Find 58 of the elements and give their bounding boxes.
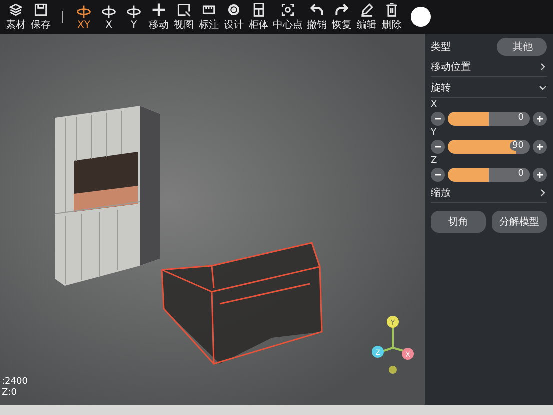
layers-icon bbox=[8, 2, 24, 18]
plus-icon bbox=[536, 143, 544, 151]
field-label: 类型 bbox=[431, 40, 451, 54]
orbit-icon bbox=[76, 4, 92, 20]
toolbar-button[interactable]: XY bbox=[72, 2, 96, 32]
toolbar-button[interactable]: Y bbox=[122, 2, 146, 32]
slider[interactable]: 90 bbox=[448, 140, 530, 154]
toolbar-button[interactable]: 保存 bbox=[29, 0, 53, 34]
minus-button[interactable] bbox=[431, 140, 445, 154]
coordinate-readout: Z:0 bbox=[2, 388, 18, 399]
toolbar-button[interactable]: X bbox=[97, 2, 121, 32]
target-icon bbox=[280, 2, 296, 18]
plus-button[interactable] bbox=[533, 112, 547, 126]
slider[interactable]: 0 bbox=[448, 112, 530, 126]
undo-icon bbox=[309, 2, 325, 18]
section-title: 移动位置 bbox=[431, 60, 471, 74]
toolbar-button[interactable]: 设计 bbox=[222, 0, 246, 34]
toolbar-button[interactable]: 恢复 bbox=[330, 0, 354, 34]
orbit-icon bbox=[101, 4, 117, 20]
coordinate-readout: :2400 bbox=[2, 377, 28, 388]
type-select[interactable]: 其他 bbox=[497, 38, 547, 56]
cabinet-icon bbox=[251, 2, 267, 18]
toolbar-button[interactable]: 素材 bbox=[4, 0, 28, 34]
section-title: 缩放 bbox=[431, 186, 451, 200]
toolbar-button[interactable]: 标注 bbox=[197, 0, 221, 34]
section-header[interactable]: 旋转 bbox=[431, 79, 547, 98]
toolbar-button[interactable]: 视图 bbox=[172, 0, 196, 34]
plus-button[interactable] bbox=[533, 168, 547, 182]
orbit-icon bbox=[126, 4, 142, 20]
trash-icon bbox=[384, 2, 400, 18]
toolbar-button[interactable]: 删除 bbox=[380, 0, 404, 34]
toolbar-button[interactable]: 移动 bbox=[147, 0, 171, 34]
toolbar-button[interactable]: 柜体 bbox=[247, 0, 271, 34]
save-icon bbox=[33, 2, 49, 18]
frame-icon bbox=[176, 2, 192, 18]
toolbar-button[interactable]: 撤销 bbox=[305, 0, 329, 34]
chevron-icon bbox=[539, 84, 547, 92]
action-button[interactable]: 切角 bbox=[431, 211, 486, 233]
plus-icon bbox=[536, 115, 544, 123]
plus-icon bbox=[536, 171, 544, 179]
chevron-icon bbox=[539, 189, 547, 197]
minus-button[interactable] bbox=[431, 168, 445, 182]
section-title: 旋转 bbox=[431, 82, 451, 95]
minus-button[interactable] bbox=[431, 112, 445, 126]
toolbar-button[interactable]: 中心点 bbox=[272, 0, 304, 34]
pen-icon bbox=[359, 2, 375, 18]
axis-label: Z bbox=[431, 156, 438, 166]
axis-label: Y bbox=[431, 128, 438, 138]
section-header[interactable]: 缩放 bbox=[431, 184, 547, 203]
axis-label: X bbox=[431, 100, 438, 110]
plus-button[interactable] bbox=[533, 140, 547, 154]
color-swatch-button[interactable] bbox=[411, 7, 431, 27]
chevron-icon bbox=[539, 63, 547, 71]
toolbar-button[interactable]: 编辑 bbox=[355, 0, 379, 34]
section-header[interactable]: 移动位置 bbox=[431, 58, 547, 77]
slider[interactable]: 0 bbox=[448, 168, 530, 182]
redo-icon bbox=[334, 2, 350, 18]
action-button[interactable]: 分解模型 bbox=[492, 211, 547, 233]
